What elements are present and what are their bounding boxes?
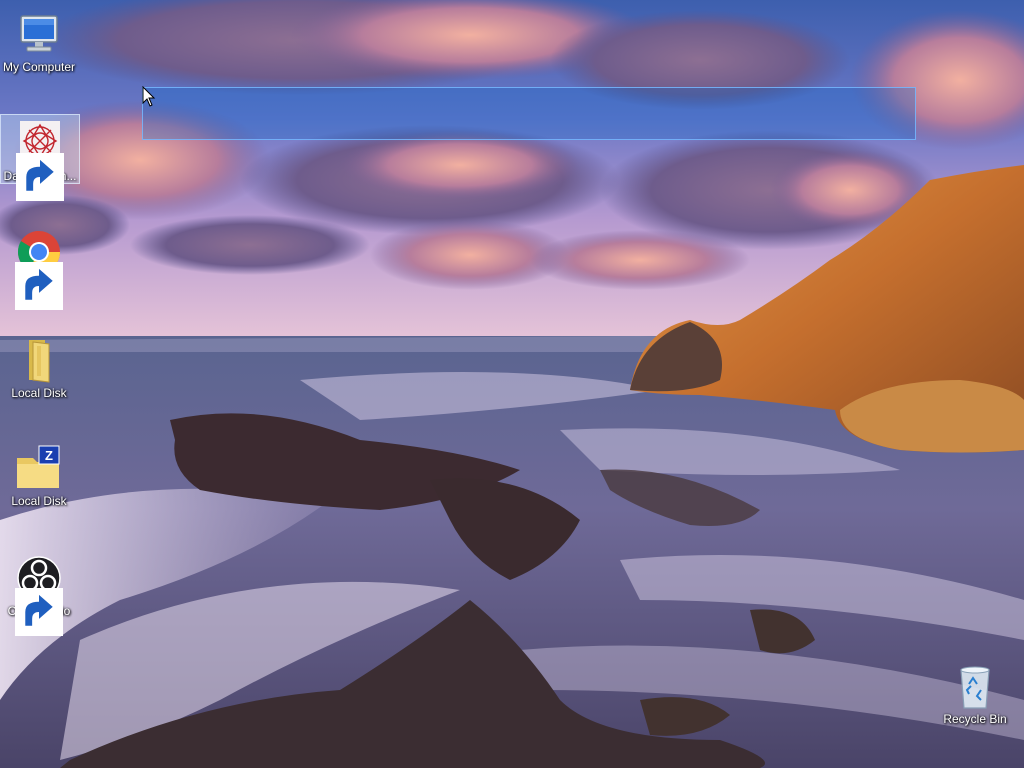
desktop-icon-label: Local Disk [11, 494, 67, 508]
desktop-icon-label: My Computer [2, 60, 76, 74]
desktop-icon-local-disk-zip[interactable]: Z Local Disk [0, 440, 78, 510]
desktop-icon-my-computer[interactable]: My Computer [0, 6, 78, 76]
desktop-icon-local-disk[interactable]: Local Disk [0, 332, 78, 400]
mouse-cursor-icon [142, 86, 156, 107]
desktop-icon-recycle-bin[interactable]: Recycle Bin [936, 658, 1014, 728]
obs-icon [15, 554, 63, 636]
shortcut-arrow-icon [15, 262, 63, 310]
desktop-icon-datawagon[interactable]: DataWagon... [0, 114, 80, 201]
selection-rectangle [142, 87, 916, 140]
datawagon-icon [16, 119, 64, 201]
desktop-icon-obs-studio[interactable]: OBS Studio [0, 550, 78, 636]
shortcut-arrow-icon [16, 153, 64, 201]
desktop-icon-label: Recycle Bin [943, 712, 1007, 726]
folder-icon [15, 336, 63, 384]
desktop-icon-google-chrome[interactable]: Google Chrome [0, 224, 78, 310]
desktop-icon-label: Local Disk [11, 386, 67, 400]
shortcut-arrow-icon [15, 588, 63, 636]
svg-text:Z: Z [45, 448, 53, 463]
computer-icon [15, 10, 63, 58]
zip-folder-icon: Z [15, 444, 63, 492]
recycle-bin-icon [951, 662, 999, 710]
chrome-icon [15, 228, 63, 310]
